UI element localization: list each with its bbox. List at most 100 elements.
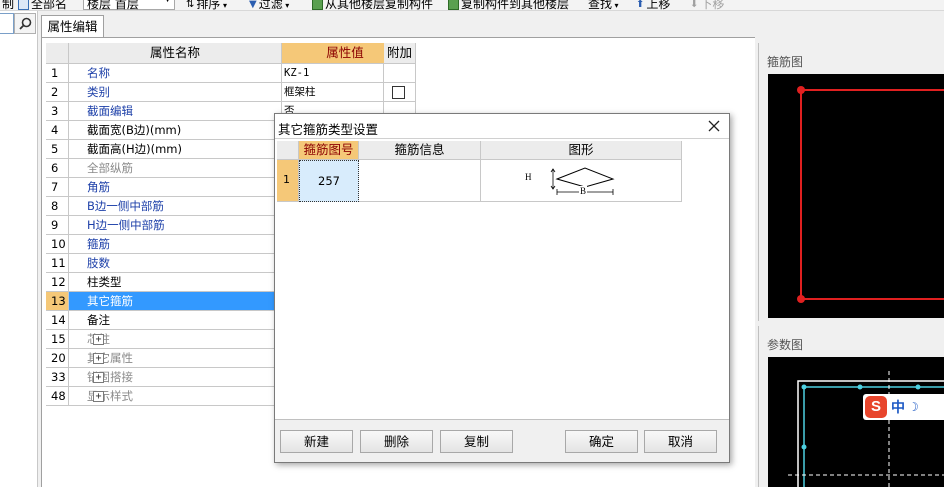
cancel-button[interactable]: 取消: [644, 430, 717, 453]
property-name-cell[interactable]: 截面宽(B边)(mm): [69, 121, 282, 140]
dialog-close-button[interactable]: [705, 117, 723, 135]
property-name-cell[interactable]: 截面编辑: [69, 102, 282, 121]
property-name-label: 角筋: [87, 180, 110, 194]
dialog-footer: 新建 删除 复制 确定 取消: [275, 420, 729, 462]
header-stirrup-info[interactable]: 箍筋信息: [359, 141, 481, 160]
filter-button[interactable]: ▼ 过滤 ▾: [249, 0, 290, 11]
tab-property-edit[interactable]: 属性编辑: [41, 15, 104, 37]
stirrup-diagram-canvas[interactable]: [768, 74, 944, 318]
header-extra[interactable]: 附加: [384, 43, 416, 64]
move-up-button[interactable]: ⬆ 上移: [636, 0, 670, 10]
property-name-label: B边一侧中部筋: [87, 199, 164, 213]
toolbar-rename-all[interactable]: 全部名: [18, 0, 68, 11]
sort-label: 排序: [196, 0, 221, 11]
expand-icon[interactable]: +: [93, 334, 104, 345]
property-name-label: 截面高(H边)(mm): [87, 142, 182, 156]
copy-from-floor-button[interactable]: 从其他楼层复制构件: [312, 0, 434, 11]
filter-label: 过滤: [258, 0, 283, 11]
property-grid-header: 属性名称 属性值 附加: [46, 43, 416, 64]
param-panel-title: 参数图: [767, 338, 804, 352]
copy-from-floor-label: 从其他楼层复制构件: [325, 0, 434, 11]
property-name-label: 截面编辑: [87, 104, 133, 118]
row-number: 33: [46, 368, 69, 387]
property-name-cell[interactable]: 截面高(H边)(mm): [69, 140, 282, 159]
shape-cell[interactable]: H B: [481, 160, 682, 202]
stirrup-info-cell[interactable]: [359, 160, 481, 202]
copy-to-floor-button[interactable]: 复制构件到其他楼层: [448, 0, 570, 11]
find-button[interactable]: 查找 ▾: [588, 0, 619, 11]
extra-checkbox[interactable]: [392, 86, 405, 99]
property-name-cell[interactable]: 全部纵筋: [69, 159, 282, 178]
row-number: 48: [46, 387, 69, 406]
chevron-down-icon: ▾: [612, 1, 619, 10]
delete-button[interactable]: 删除: [360, 430, 433, 453]
stirrup-diagram-panel: 箍筋图: [758, 43, 944, 322]
sort-button[interactable]: ⇅ 排序 ▾: [186, 0, 227, 11]
row-number: 15: [46, 330, 69, 349]
copy-to-floor-label: 复制构件到其他楼层: [461, 0, 570, 11]
header-property-name[interactable]: 属性名称: [69, 43, 282, 64]
row-number: 5: [46, 140, 69, 159]
header-stirrup-number[interactable]: 箍筋图号: [299, 141, 359, 160]
property-value-cell[interactable]: KZ-1: [282, 64, 384, 83]
property-row[interactable]: 2 类别 框架柱: [46, 83, 416, 102]
floor-select-value: 楼层 首层: [87, 0, 139, 11]
dialog-title: 其它箍筋类型设置: [278, 122, 379, 137]
property-row[interactable]: 1 名称 KZ-1: [46, 64, 416, 83]
property-name-cell[interactable]: 角筋: [69, 178, 282, 197]
filter-icon: ▼: [249, 0, 257, 10]
toolbar: 制 全部名 楼层 首层 ▼ ⇅排序 ▾ ▼过滤 ▾ 从其他楼层复制构件 复制构件…: [0, 0, 944, 11]
search-input[interactable]: [0, 13, 14, 34]
property-name-cell[interactable]: 备注: [69, 311, 282, 330]
property-name-label: 名称: [87, 66, 110, 80]
moon-icon: ☽: [908, 400, 919, 414]
stirrup-grid-corner: [277, 141, 299, 160]
property-name-cell[interactable]: + 其它属性: [69, 349, 282, 368]
header-shape[interactable]: 图形: [481, 141, 682, 160]
row-number: 7: [46, 178, 69, 197]
chevron-down-icon: ▾: [282, 1, 290, 10]
property-name-cell[interactable]: + 显示样式: [69, 387, 282, 406]
property-name-label: 类别: [87, 85, 110, 99]
ok-button[interactable]: 确定: [565, 430, 638, 453]
property-name-cell[interactable]: H边一侧中部筋: [69, 216, 282, 235]
move-down-button[interactable]: ⬇ 下移: [690, 0, 724, 10]
search-button[interactable]: [14, 13, 36, 34]
row-number: 6: [46, 159, 69, 178]
row-number: 11: [46, 254, 69, 273]
property-name-cell[interactable]: 肢数: [69, 254, 282, 273]
property-name-cell[interactable]: 箍筋: [69, 235, 282, 254]
toolbar-item-cut[interactable]: 制: [2, 0, 14, 10]
property-name-cell[interactable]: + 锚固搭接: [69, 368, 282, 387]
component-list-panel: [0, 11, 38, 487]
expand-icon[interactable]: +: [93, 372, 104, 383]
property-extra-cell[interactable]: [384, 64, 416, 83]
dialog-titlebar[interactable]: 其它箍筋类型设置: [275, 114, 729, 138]
property-name-label: 柱类型: [87, 275, 122, 289]
property-name-cell[interactable]: 柱类型: [69, 273, 282, 292]
property-name-cell[interactable]: 名称: [69, 64, 282, 83]
property-name-cell[interactable]: 其它箍筋: [69, 292, 282, 311]
ime-indicator[interactable]: S 中 ☽: [863, 394, 944, 420]
new-button[interactable]: 新建: [280, 430, 353, 453]
expand-icon[interactable]: +: [93, 391, 104, 402]
property-name-label: 全部纵筋: [87, 161, 133, 175]
stirrup-diagram-graphic: [797, 86, 944, 303]
parameter-diagram-canvas[interactable]: S 中 ☽: [768, 357, 944, 487]
row-index[interactable]: 1: [277, 160, 299, 202]
property-name-label: 肢数: [87, 256, 110, 270]
expand-icon[interactable]: +: [93, 353, 104, 364]
floor-select[interactable]: 楼层 首层 ▼: [83, 0, 175, 10]
copy-button[interactable]: 复制: [440, 430, 513, 453]
property-name-cell[interactable]: +芯柱: [69, 330, 282, 349]
stirrup-number-cell[interactable]: 257: [299, 160, 359, 202]
close-icon: [708, 120, 720, 132]
find-label: 查找: [588, 0, 613, 11]
property-name-label: 箍筋: [87, 237, 110, 251]
property-value-cell[interactable]: 框架柱: [282, 83, 384, 102]
property-name-cell[interactable]: 类别: [69, 83, 282, 102]
chevron-down-icon: ▼: [164, 0, 171, 4]
property-name-cell[interactable]: B边一侧中部筋: [69, 197, 282, 216]
row-number: 9: [46, 216, 69, 235]
rename-label: 全部名: [31, 0, 68, 11]
